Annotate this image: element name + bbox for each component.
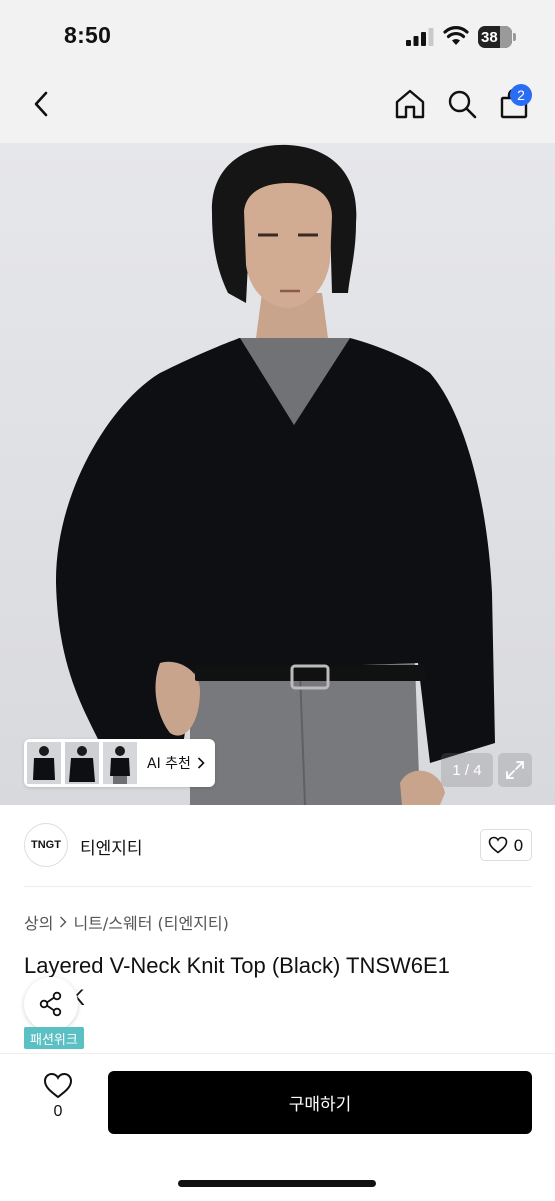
share-button[interactable] bbox=[24, 977, 78, 1031]
signal-icon bbox=[406, 28, 434, 46]
cart-count-badge: 2 bbox=[510, 84, 532, 106]
wishlist-button[interactable]: 0 bbox=[36, 1072, 80, 1121]
divider bbox=[24, 886, 532, 887]
product-image[interactable] bbox=[0, 143, 555, 805]
ai-recommendation-strip[interactable]: AI 추천 bbox=[24, 739, 215, 787]
wifi-icon bbox=[443, 26, 469, 45]
home-button[interactable] bbox=[392, 86, 428, 122]
thumbnail-2[interactable] bbox=[65, 742, 99, 784]
brand-logo[interactable]: TNGT bbox=[24, 823, 68, 867]
status-bar: 8:50 38 bbox=[0, 0, 555, 70]
ai-recommend-link[interactable]: AI 추천 bbox=[147, 753, 205, 773]
thumbnail-3[interactable] bbox=[103, 742, 137, 784]
top-nav-bar bbox=[0, 70, 555, 143]
brand-logo-text: TNGT bbox=[31, 839, 61, 851]
breadcrumb-subcategory[interactable]: 니트/스웨터 (티엔지티) bbox=[73, 910, 228, 934]
share-icon bbox=[39, 991, 62, 1017]
product-title-line1: Layered V-Neck Knit Top (Black) TNSW6E1 bbox=[24, 953, 450, 978]
wishlist-count: 0 bbox=[53, 1103, 63, 1120]
heart-icon bbox=[43, 1072, 73, 1099]
back-button[interactable] bbox=[26, 86, 56, 122]
chevron-right-icon bbox=[197, 757, 205, 769]
breadcrumb: 상의 니트/스웨터 (티엔지티) bbox=[24, 910, 229, 934]
expand-button[interactable] bbox=[498, 753, 532, 787]
brand-name[interactable]: 티엔지티 bbox=[80, 834, 143, 859]
ai-recommend-label: AI 추천 bbox=[147, 756, 191, 772]
image-counter: 1 / 4 bbox=[441, 753, 493, 787]
home-indicator bbox=[178, 1180, 376, 1187]
thumbnail-1[interactable] bbox=[27, 742, 61, 784]
heart-icon bbox=[489, 836, 508, 854]
chevron-left-icon bbox=[34, 91, 48, 117]
brand-row: TNGT 티엔지티 0 bbox=[24, 823, 532, 869]
product-title-line2: K bbox=[24, 982, 534, 1014]
fashion-week-tag: 패션위크 bbox=[24, 1027, 84, 1049]
battery-cap bbox=[513, 33, 516, 41]
model-photo bbox=[55, 144, 495, 805]
brand-like-count: 0 bbox=[513, 835, 524, 855]
battery-level: 38 bbox=[481, 28, 498, 46]
status-time: 8:50 bbox=[64, 22, 112, 48]
battery-indicator: 38 bbox=[478, 26, 512, 48]
breadcrumb-category[interactable]: 상의 bbox=[24, 910, 53, 934]
search-icon bbox=[448, 90, 477, 119]
expand-icon bbox=[506, 761, 524, 779]
product-title: Layered V-Neck Knit Top (Black) TNSW6E1 … bbox=[24, 950, 534, 1014]
chevron-right-icon bbox=[60, 916, 67, 928]
search-button[interactable] bbox=[444, 86, 480, 122]
buy-button[interactable]: 구매하기 bbox=[108, 1071, 532, 1134]
home-icon bbox=[395, 89, 425, 119]
brand-like-button[interactable]: 0 bbox=[480, 829, 532, 861]
